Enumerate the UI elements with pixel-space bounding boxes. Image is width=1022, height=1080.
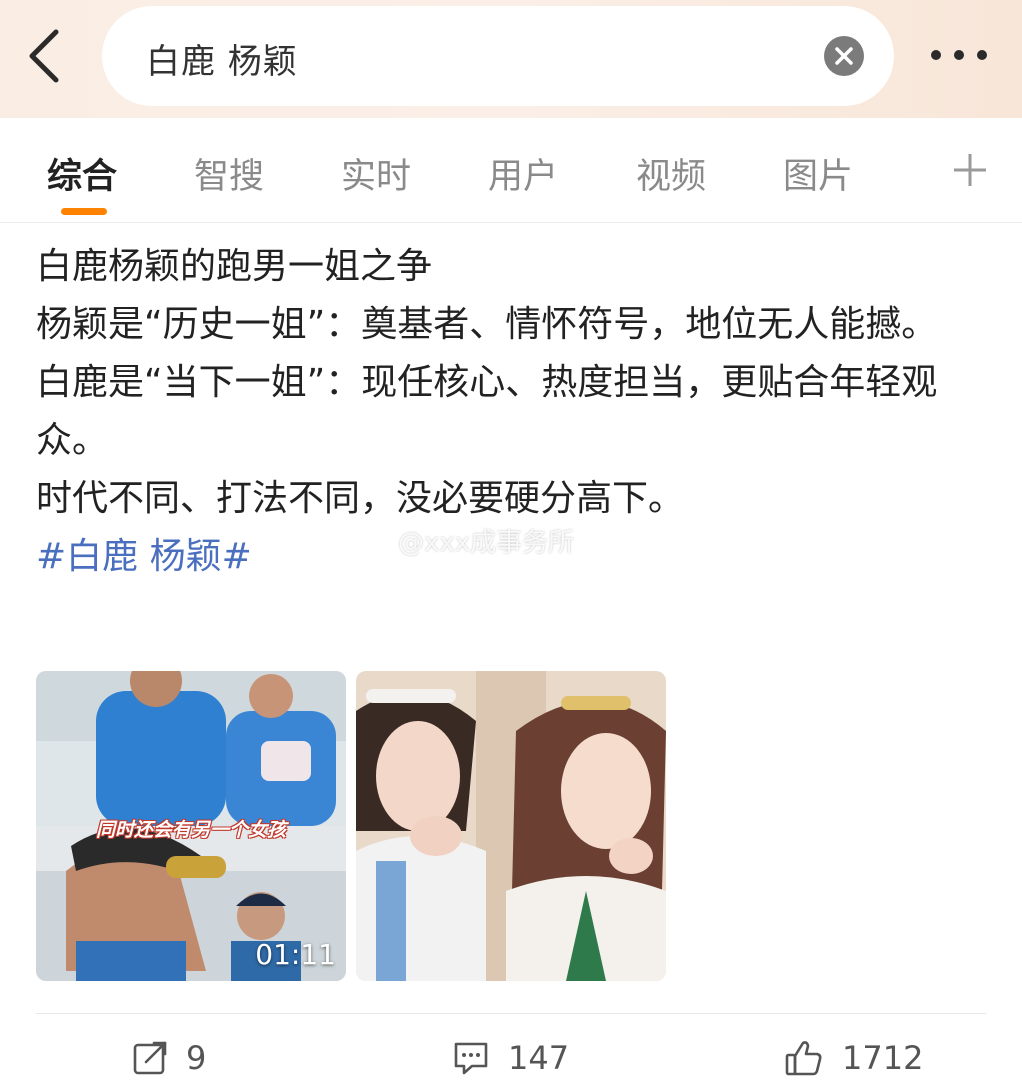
more-dots-icon — [931, 50, 987, 60]
repost-button[interactable]: 9 — [132, 1036, 206, 1080]
post-line-title: 白鹿杨颖的跑男一姐之争 — [36, 246, 433, 287]
video-caption: 同时还会有另一个女孩 — [96, 819, 287, 841]
photo-image — [356, 671, 666, 981]
repost-count: 9 — [186, 1039, 207, 1077]
add-tab-button[interactable] — [950, 150, 990, 190]
post-line: 杨颖是“历史一姐”：奠基者、情怀符号，地位无人能撼。 — [36, 304, 938, 345]
post-divider — [36, 1013, 986, 1014]
video-duration: 01:11 — [255, 938, 336, 971]
like-count: 1712 — [842, 1039, 924, 1077]
search-tabs: 综合 智搜 实时 用户 视频 图片 — [0, 118, 1022, 223]
tab-smart-search[interactable]: 智搜 — [194, 148, 264, 199]
like-button[interactable]: 1712 — [784, 1036, 923, 1080]
search-input[interactable]: 白鹿 杨颖 — [102, 6, 894, 106]
video-thumbnail[interactable]: 同时还会有另一个女孩 01:11 — [36, 671, 346, 981]
top-bar: 白鹿 杨颖 — [0, 0, 1022, 118]
back-button[interactable] — [22, 28, 72, 84]
tab-images[interactable]: 图片 — [783, 148, 853, 199]
comment-button[interactable]: 147 — [452, 1036, 569, 1080]
plus-icon — [954, 154, 986, 186]
tab-videos[interactable]: 视频 — [636, 148, 706, 199]
photo-thumbnail[interactable] — [356, 671, 666, 981]
thumbs-up-icon — [785, 1041, 822, 1076]
chevron-left-icon — [29, 29, 59, 83]
share-icon — [133, 1041, 167, 1075]
clear-search-button[interactable] — [824, 36, 864, 76]
post-line: 时代不同、打法不同，没必要硬分高下。 — [36, 478, 685, 519]
tab-comprehensive[interactable]: 综合 — [47, 148, 117, 199]
watermark-text: @xxx成事务所 — [398, 528, 575, 558]
tab-users[interactable]: 用户 — [488, 148, 558, 199]
post-line: 白鹿是“当下一姐”：现任核心、热度担当，更贴合年轻观众。 — [36, 362, 938, 461]
tab-realtime[interactable]: 实时 — [341, 148, 411, 199]
active-tab-indicator — [61, 208, 107, 215]
comment-icon — [454, 1042, 488, 1075]
search-query-text: 白鹿 杨颖 — [146, 42, 298, 82]
comment-count: 147 — [508, 1039, 570, 1077]
clear-icon — [835, 47, 853, 65]
more-button[interactable] — [924, 40, 994, 70]
